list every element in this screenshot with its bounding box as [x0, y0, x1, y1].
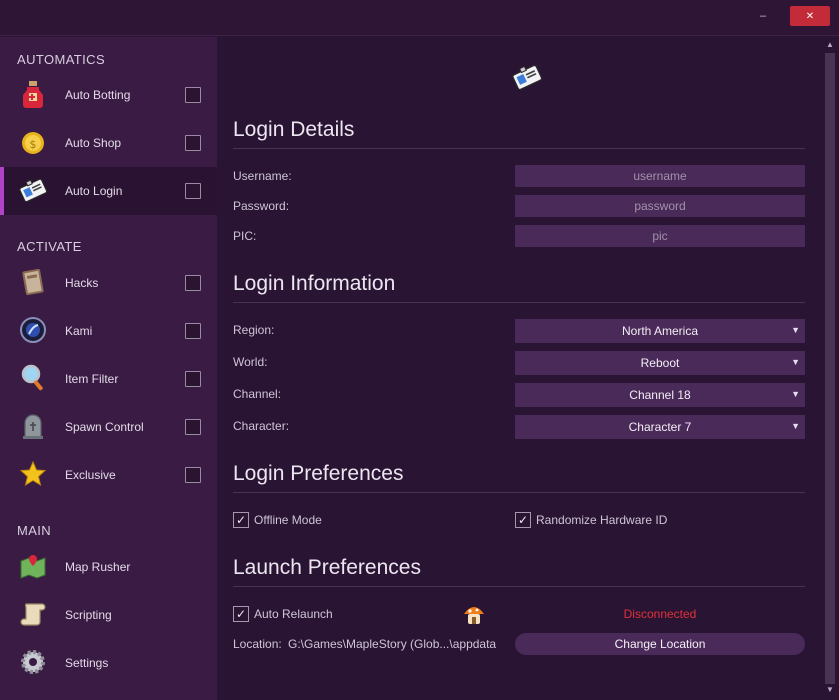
close-button[interactable]: ✕ [790, 6, 830, 26]
kami-orb-icon [20, 317, 46, 343]
divider [233, 492, 805, 493]
magnifier-icon [21, 364, 43, 391]
id-card-icon [19, 178, 48, 203]
auto-login-checkbox[interactable] [185, 183, 201, 199]
spawn-control-checkbox[interactable] [185, 419, 201, 435]
offline-mode-label: Offline Mode [254, 513, 322, 527]
sidebar-item-label: Auto Shop [65, 136, 122, 150]
book-icon [22, 268, 44, 296]
character-value: Character 7 [628, 420, 692, 434]
hacks-checkbox[interactable] [185, 275, 201, 291]
pic-field[interactable] [515, 225, 805, 247]
sidebar-item-label: Item Filter [65, 372, 119, 386]
region-dropdown[interactable]: North America ▼ [515, 319, 805, 343]
chevron-down-icon: ▼ [791, 421, 800, 431]
sidebar-item-kami[interactable]: Kami [0, 307, 217, 355]
sidebar-item-label: Spawn Control [65, 420, 144, 434]
sidebar-item-label: Kami [65, 324, 93, 338]
character-label: Character: [233, 419, 290, 433]
sidebar-item-item-filter[interactable]: Item Filter [0, 355, 217, 403]
auto-relaunch-label: Auto Relaunch [254, 607, 333, 621]
mushroom-house-icon [464, 607, 484, 624]
sidebar-item-settings[interactable]: Settings [0, 639, 217, 687]
divider [233, 302, 805, 303]
world-dropdown[interactable]: Reboot ▼ [515, 351, 805, 375]
login-details-heading: Login Details [233, 118, 355, 141]
scroll-down-icon[interactable]: ▼ [825, 685, 835, 694]
sidebar-item-auto-botting[interactable]: Auto Botting [0, 71, 217, 119]
location-path: G:\Games\MapleStory (Glob...\appdata [288, 637, 497, 651]
divider [233, 148, 805, 149]
scrollbar[interactable]: ▲ ▼ [821, 37, 839, 700]
auto-shop-checkbox[interactable] [185, 135, 201, 151]
change-location-button[interactable]: Change Location [515, 633, 805, 655]
id-card-icon [512, 64, 543, 91]
scroll-up-icon[interactable]: ▲ [825, 40, 835, 49]
pic-label: PIC: [233, 229, 257, 243]
region-value: North America [621, 324, 699, 338]
star-icon [19, 460, 47, 487]
password-field[interactable] [515, 195, 805, 217]
potion-icon [23, 81, 43, 108]
channel-value: Channel 18 [629, 388, 691, 402]
sidebar-item-auto-login[interactable]: Auto Login [0, 167, 217, 215]
character-dropdown[interactable]: Character 7 ▼ [515, 415, 805, 439]
kami-checkbox[interactable] [185, 323, 201, 339]
login-preferences-heading: Login Preferences [233, 462, 404, 485]
offline-mode-checkbox[interactable]: ✓ [233, 512, 249, 528]
tombstone-icon [23, 414, 43, 439]
password-label: Password: [233, 199, 290, 213]
svg-text:$: $ [30, 138, 37, 151]
auto-relaunch-checkbox[interactable]: ✓ [233, 606, 249, 622]
sidebar-item-hacks[interactable]: Hacks [0, 259, 217, 307]
section-title-main: MAIN [17, 523, 52, 538]
sidebar-item-scripting[interactable]: Scripting [0, 591, 217, 639]
chevron-down-icon: ▼ [791, 389, 800, 399]
sidebar-item-label: Map Rusher [65, 560, 131, 574]
section-title-automatics: AUTOMATICS [17, 52, 106, 67]
username-field[interactable] [515, 165, 805, 187]
scroll-thumb[interactable] [825, 53, 835, 684]
map-icon [20, 555, 46, 579]
minimize-button[interactable]: – [744, 6, 782, 26]
sidebar-item-label: Hacks [65, 276, 99, 290]
coin-icon: $ [22, 132, 44, 154]
sidebar-item-label: Settings [65, 656, 109, 670]
world-value: Reboot [640, 356, 680, 370]
location-label: Location: [233, 637, 282, 651]
sidebar-item-exclusive[interactable]: Exclusive [0, 451, 217, 499]
randomize-hardware-id-checkbox[interactable]: ✓ [515, 512, 531, 528]
username-label: Username: [233, 169, 292, 183]
exclusive-checkbox[interactable] [185, 467, 201, 483]
auto-botting-checkbox[interactable] [185, 87, 201, 103]
sidebar-item-map-rusher[interactable]: Map Rusher [0, 543, 217, 591]
gear-icon [21, 650, 45, 674]
sidebar-item-auto-shop[interactable]: $ Auto Shop [0, 119, 217, 167]
sidebar-item-spawn-control[interactable]: Spawn Control [0, 403, 217, 451]
scroll-icon [20, 603, 46, 626]
channel-dropdown[interactable]: Channel 18 ▼ [515, 383, 805, 407]
title-bar: – ✕ [0, 0, 839, 36]
world-label: World: [233, 355, 268, 369]
chevron-down-icon: ▼ [791, 357, 800, 367]
launch-preferences-heading: Launch Preferences [233, 556, 421, 579]
randomize-hardware-id-label: Randomize Hardware ID [536, 513, 668, 527]
item-filter-checkbox[interactable] [185, 371, 201, 387]
sidebar: AUTOMATICS Auto Botting $ Auto Shop Auto… [0, 37, 217, 700]
section-title-activate: ACTIVATE [17, 239, 82, 254]
divider [233, 586, 805, 587]
login-information-heading: Login Information [233, 272, 396, 295]
sidebar-item-label: Auto Login [65, 184, 123, 198]
channel-label: Channel: [233, 387, 282, 401]
sidebar-item-label: Auto Botting [65, 88, 131, 102]
chevron-down-icon: ▼ [791, 325, 800, 335]
sidebar-item-label: Scripting [65, 608, 112, 622]
connection-status: Disconnected [623, 607, 697, 621]
sidebar-item-label: Exclusive [65, 468, 116, 482]
region-label: Region: [233, 323, 275, 337]
